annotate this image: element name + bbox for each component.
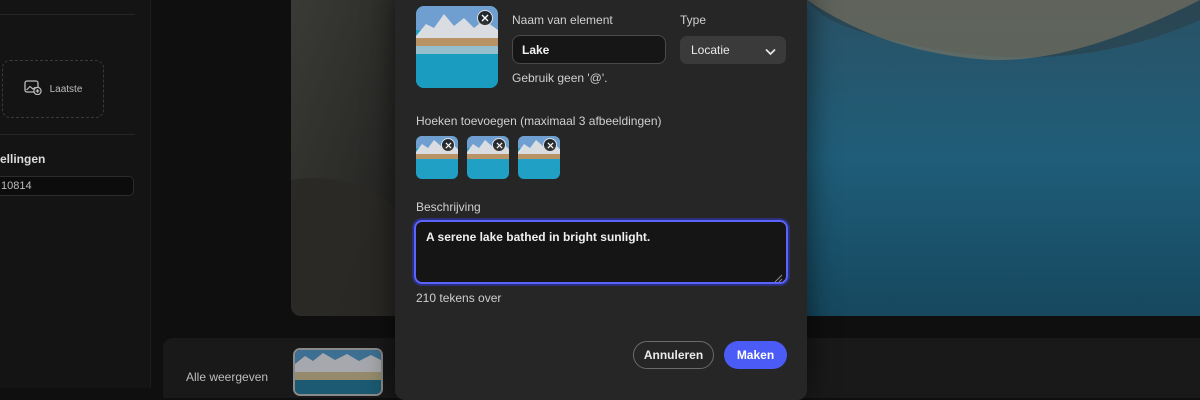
left-sidebar: Laatste ellingen 10814 (0, 0, 151, 388)
chevron-down-icon (765, 45, 776, 59)
image-add-icon (23, 79, 42, 100)
description-textarea[interactable]: A serene lake bathed in bright sunlight. (414, 220, 788, 284)
character-counter: 210 tekens over (416, 291, 502, 305)
seed-field[interactable]: 10814 (0, 176, 134, 196)
sidebar-divider (0, 134, 135, 135)
resize-handle-icon[interactable] (774, 270, 783, 288)
close-icon (495, 136, 503, 154)
close-icon (481, 9, 489, 27)
element-name-input[interactable] (512, 35, 666, 64)
sidebar-divider (0, 14, 135, 15)
bottom-thumbnail[interactable] (293, 348, 383, 396)
settings-heading: ellingen (0, 152, 46, 166)
element-main-image (416, 6, 498, 88)
angle-image-1 (416, 136, 458, 179)
element-name-label: Naam van element (512, 13, 613, 27)
close-icon (444, 136, 452, 154)
description-label: Beschrijving (416, 200, 481, 214)
type-dropdown-value: Locatie (691, 43, 730, 57)
type-label: Type (680, 13, 707, 27)
show-all-link[interactable]: Alle weergeven (186, 370, 268, 384)
remove-angle-button[interactable] (441, 138, 455, 152)
angle-image-2 (467, 136, 509, 179)
remove-angle-button[interactable] (492, 138, 506, 152)
type-dropdown[interactable]: Locatie (680, 36, 786, 64)
close-icon (546, 136, 554, 154)
cancel-button[interactable]: Annuleren (633, 341, 714, 369)
create-button[interactable]: Maken (724, 341, 787, 369)
name-hint: Gebruik geen '@'. (512, 71, 608, 85)
remove-angle-button[interactable] (543, 138, 557, 152)
remove-image-button[interactable] (477, 10, 493, 26)
upload-latest-tile[interactable]: Laatste (2, 60, 104, 118)
angle-image-3 (518, 136, 560, 179)
upload-tile-label: Laatste (49, 83, 83, 95)
angles-label: Hoeken toevoegen (maximaal 3 afbeeldinge… (416, 114, 662, 128)
